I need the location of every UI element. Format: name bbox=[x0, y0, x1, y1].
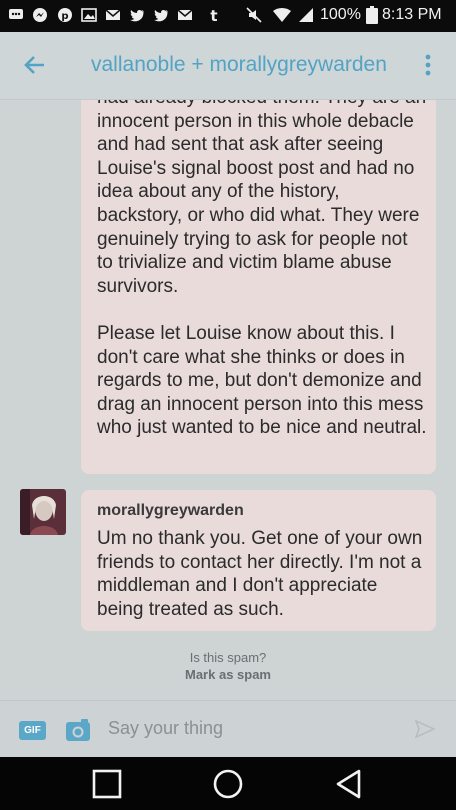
home-icon[interactable] bbox=[212, 768, 244, 800]
message-bubble: morallygreywarden Um no thank you. Get o… bbox=[81, 490, 436, 631]
reply-composer: GIF bbox=[0, 700, 456, 757]
signal-icon bbox=[299, 8, 313, 22]
message-text: Um no thank you. Get one of your own fri… bbox=[97, 528, 423, 620]
messenger-icon bbox=[33, 8, 47, 22]
android-nav-bar bbox=[0, 757, 456, 810]
gif-button[interactable]: GIF bbox=[19, 721, 46, 740]
status-bar: p t 100% 8:13 PM bbox=[0, 0, 456, 32]
message-list[interactable]: had already blocked them. They are an in… bbox=[0, 100, 456, 700]
chat-icon bbox=[9, 9, 23, 19]
camera-icon[interactable] bbox=[65, 718, 91, 742]
twitter-icon bbox=[130, 9, 144, 22]
message-text: had already blocked them. They are an in… bbox=[97, 100, 427, 439]
conversation-title[interactable]: vallanoble + morallygreywarden bbox=[91, 53, 391, 77]
tumblr-icon: t bbox=[210, 7, 217, 23]
message-bubble: had already blocked them. They are an in… bbox=[81, 100, 436, 474]
svg-text:p: p bbox=[61, 11, 68, 22]
wifi-icon bbox=[273, 8, 291, 22]
twitter-icon bbox=[154, 9, 168, 22]
recent-apps-icon[interactable] bbox=[91, 768, 123, 800]
clock: 8:13 PM bbox=[382, 6, 442, 23]
image-icon bbox=[81, 8, 97, 22]
pinterest-icon: p bbox=[58, 8, 72, 22]
battery-percent: 100% bbox=[320, 6, 361, 23]
mute-icon bbox=[246, 7, 262, 23]
gmail-icon bbox=[177, 9, 193, 20]
conversation-header: vallanoble + morallygreywarden bbox=[0, 32, 456, 100]
back-arrow-icon[interactable] bbox=[22, 52, 48, 78]
back-nav-icon[interactable] bbox=[333, 768, 365, 800]
overflow-menu-icon[interactable] bbox=[420, 52, 436, 78]
battery-icon bbox=[366, 6, 378, 24]
mark-as-spam-link[interactable]: Mark as spam bbox=[0, 667, 456, 682]
gmail-icon bbox=[105, 9, 121, 20]
sender-name[interactable]: morallygreywarden bbox=[97, 502, 244, 520]
send-icon[interactable] bbox=[415, 719, 435, 739]
avatar[interactable] bbox=[20, 489, 66, 535]
spam-question: Is this spam? bbox=[189, 650, 267, 665]
svg-text:t: t bbox=[210, 7, 217, 23]
reply-input[interactable] bbox=[108, 713, 398, 743]
